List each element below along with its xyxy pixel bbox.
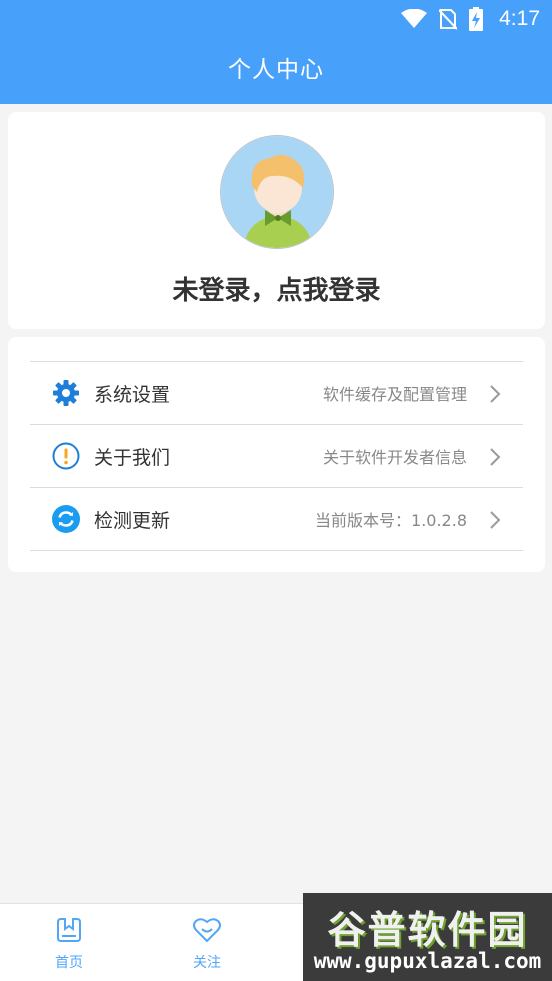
refresh-icon (52, 505, 80, 533)
tab-label: 关注 (193, 955, 221, 971)
menu-label: 系统设置 (94, 383, 171, 406)
battery-charging-icon (469, 7, 484, 31)
chevron-right-icon (490, 511, 501, 529)
login-prompt[interactable]: 未登录，点我登录 (8, 270, 545, 307)
user-avatar-icon (221, 136, 333, 248)
home-icon (57, 918, 81, 942)
info-icon (52, 442, 80, 470)
tab-home[interactable]: 首页 (29, 916, 109, 972)
menu-description: 关于软件开发者信息 (322, 448, 467, 467)
profile-card[interactable]: 未登录，点我登录 (8, 112, 545, 329)
status-bar: 4:17 (0, 0, 552, 38)
menu-label: 关于我们 (94, 446, 171, 469)
no-sim-icon (439, 9, 458, 30)
menu-description: 软件缓存及配置管理 (322, 385, 467, 404)
menu-description: 当前版本号：1.0.2.8 (315, 511, 467, 530)
watermark-url: www.gupuxlazal.com (313, 949, 542, 973)
settings-menu-card: 系统设置 软件缓存及配置管理 关于我们 关于软件开发者信息 检测更新 当前版本号… (8, 337, 545, 572)
tab-follow[interactable]: 关注 (167, 916, 247, 972)
chevron-right-icon (490, 385, 501, 403)
menu-item-system-settings[interactable]: 系统设置 软件缓存及配置管理 (30, 362, 523, 425)
watermark-logo: 谷普软件园 www.gupuxlazal.com (303, 893, 552, 981)
menu-item-about-us[interactable]: 关于我们 关于软件开发者信息 (30, 425, 523, 488)
tab-label: 首页 (55, 955, 83, 971)
status-time: 4:17 (499, 7, 540, 30)
avatar[interactable] (220, 135, 334, 249)
page-title: 个人中心 (228, 57, 324, 83)
gear-icon (53, 380, 79, 406)
settings-menu-list: 系统设置 软件缓存及配置管理 关于我们 关于软件开发者信息 检测更新 当前版本号… (30, 361, 523, 551)
watermark-title: 谷普软件园 (327, 908, 528, 952)
wifi-icon (401, 9, 428, 28)
heart-icon (193, 918, 221, 943)
menu-label: 检测更新 (94, 509, 171, 532)
menu-item-check-update[interactable]: 检测更新 当前版本号：1.0.2.8 (30, 488, 523, 551)
app-header: 4:17 个人中心 (0, 0, 552, 104)
chevron-right-icon (490, 448, 501, 466)
